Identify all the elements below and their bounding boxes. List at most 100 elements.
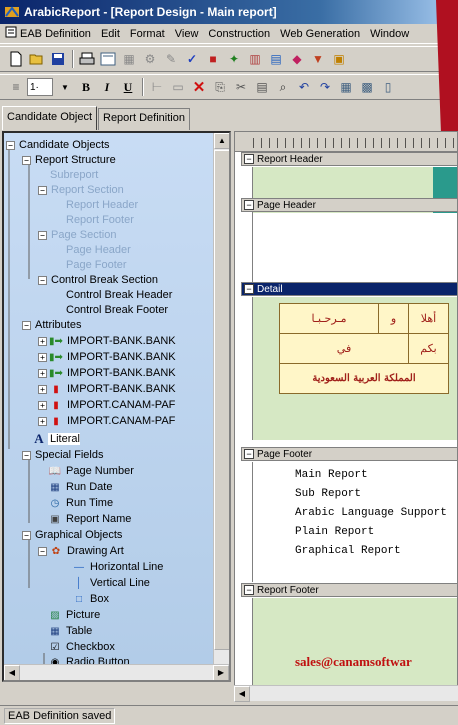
tree-horizontal-line[interactable]: — Horizontal Line <box>72 559 163 575</box>
footer-line[interactable]: Sub Report <box>295 485 447 504</box>
wizard-icon[interactable]: ✦ <box>224 49 244 69</box>
format-icon[interactable]: ⚙ <box>140 49 160 69</box>
tree-literal[interactable]: A Literal <box>32 431 80 447</box>
arabic-table[interactable]: مـرحـبـا و أهلا في بكم المملكة العربية ا… <box>279 303 449 394</box>
report-icon[interactable]: ▤ <box>266 49 286 69</box>
band-report-footer[interactable]: − Report Footer <box>241 583 457 597</box>
dropdown-arrow-icon[interactable]: ▼ <box>55 77 75 97</box>
tree-checkbox[interactable]: ☑ Checkbox <box>48 639 115 655</box>
color-icon[interactable]: ▼ <box>308 49 328 69</box>
insert-line-icon[interactable]: ▭ <box>168 77 188 97</box>
page-footer-body[interactable]: Main Report Sub Report Arabic Language S… <box>253 462 457 582</box>
diamond-icon[interactable]: ◆ <box>287 49 307 69</box>
tree-report-section[interactable]: − Report Section <box>38 182 124 198</box>
copy-icon[interactable]: ⎘ <box>210 77 230 97</box>
tree-report-structure[interactable]: − Report Structure <box>22 152 116 168</box>
tree-control-break-header[interactable]: Control Break Header <box>64 287 172 303</box>
tree-report-name[interactable]: ▣ Report Name <box>48 511 131 527</box>
tree-control-break-footer[interactable]: Control Break Footer <box>64 302 168 318</box>
band-report-header[interactable]: − Report Header <box>241 152 457 166</box>
find-icon[interactable]: ⌕ <box>273 77 293 97</box>
menu-view[interactable]: View <box>170 28 204 40</box>
print-icon[interactable] <box>77 49 97 69</box>
tree-attributes[interactable]: − Attributes <box>22 317 81 333</box>
tab-report-definition[interactable]: Report Definition <box>98 108 190 130</box>
footer-line[interactable]: Graphical Report <box>295 542 447 561</box>
email-text[interactable]: sales@canamsoftwar <box>295 654 412 670</box>
paste-icon[interactable]: ▤ <box>252 77 272 97</box>
menu-web-generation[interactable]: Web Generation <box>275 28 365 40</box>
candidate-tree[interactable]: − Candidate Objects − Report Structure Sub… <box>4 133 216 668</box>
properties-icon[interactable]: ▦ <box>336 77 356 97</box>
layout-icon[interactable]: ▩ <box>357 77 377 97</box>
tree-page-number[interactable]: 📖 Page Number <box>48 463 134 479</box>
bucket-icon[interactable]: ■ <box>203 49 223 69</box>
menu-construction[interactable]: Construction <box>203 28 275 40</box>
tree-horizontal-scrollbar[interactable]: ◀ ▶ <box>4 664 229 680</box>
page-header-body[interactable] <box>253 213 457 283</box>
scroll-right-icon[interactable]: ▶ <box>213 665 229 680</box>
tree-run-time[interactable]: ◷ Run Time <box>48 495 113 511</box>
cut-icon[interactable]: ✂ <box>231 77 251 97</box>
scroll-up-icon[interactable]: ▲ <box>214 133 229 149</box>
new-icon[interactable] <box>6 49 26 69</box>
chart-icon[interactable]: ▥ <box>245 49 265 69</box>
tab-candidate-object[interactable]: Candidate Object <box>2 106 97 130</box>
tree-page-header[interactable]: Page Header <box>64 242 131 258</box>
paint-icon[interactable]: ✎ <box>161 49 181 69</box>
tree-graphical-objects[interactable]: − Graphical Objects <box>22 527 122 543</box>
tree-vertical-line[interactable]: │ Vertical Line <box>72 575 150 591</box>
undo-icon[interactable]: ↶ <box>294 77 314 97</box>
grid-icon[interactable]: ▦ <box>119 49 139 69</box>
tree-attr-item[interactable]: + ▮ IMPORT.CANAM-PAF <box>38 413 175 429</box>
insert-field-icon[interactable]: ⊢ <box>147 77 167 97</box>
menu-format[interactable]: Format <box>125 28 170 40</box>
tree-drawing-art[interactable]: − ✿ Drawing Art <box>38 543 124 559</box>
arabic-cell[interactable]: مـرحـبـا <box>279 303 379 334</box>
scroll-left-icon[interactable]: ◀ <box>4 665 20 680</box>
font-size-select[interactable]: 1· <box>27 78 53 96</box>
tree-attr-item[interactable]: + ▮ IMPORT.CANAM-PAF <box>38 397 175 413</box>
tree-special-fields[interactable]: − Special Fields <box>22 447 103 463</box>
footer-line[interactable]: Arabic Language Support <box>295 504 447 523</box>
tree-root[interactable]: − Candidate Objects <box>6 137 110 153</box>
tree-run-date[interactable]: ▦ Run Date <box>48 479 112 495</box>
check-icon[interactable]: ✓ <box>182 49 202 69</box>
report-footer-body[interactable]: sales@canamsoftwar <box>253 598 457 686</box>
tree-report-header[interactable]: Report Header <box>64 197 138 213</box>
arabic-cell[interactable]: أهلا <box>408 303 449 334</box>
page-icon[interactable]: ▯ <box>378 77 398 97</box>
arabic-cell[interactable]: في <box>279 333 409 364</box>
footer-line[interactable]: Plain Report <box>295 523 447 542</box>
app-icon[interactable] <box>4 4 20 20</box>
footer-line[interactable]: Main Report <box>295 466 447 485</box>
band-detail[interactable]: − Detail <box>241 282 457 296</box>
tree-report-footer[interactable]: Report Footer <box>64 212 134 228</box>
scroll-left-icon[interactable]: ◀ <box>234 686 250 702</box>
tree-attr-item[interactable]: + ▮➡ IMPORT-BANK.BANK <box>38 349 176 365</box>
open-icon[interactable] <box>27 49 47 69</box>
tree-page-footer[interactable]: Page Footer <box>64 257 127 273</box>
menu-eab-definition[interactable]: EAB Definition <box>0 26 96 41</box>
tree-vertical-scrollbar[interactable]: ▲ <box>213 133 229 668</box>
report-design-canvas[interactable]: − Report Header − Page Header − Detail مـرح… <box>234 131 458 701</box>
save-icon[interactable] <box>48 49 68 69</box>
arabic-cell[interactable]: و <box>378 303 409 334</box>
tree-attr-item[interactable]: + ▮ IMPORT-BANK.BANK <box>38 381 176 397</box>
design-horizontal-scrollbar[interactable]: ◀ <box>234 685 458 702</box>
menu-edit[interactable]: Edit <box>96 28 125 40</box>
tree-page-section[interactable]: − Page Section <box>38 227 116 243</box>
band-page-header[interactable]: − Page Header <box>241 198 457 212</box>
preview-icon[interactable] <box>98 49 118 69</box>
tree-table[interactable]: ▦ Table <box>48 623 92 639</box>
bold-button[interactable]: B <box>76 77 96 97</box>
delete-icon[interactable]: ✕ <box>189 77 209 97</box>
underline-button[interactable]: U <box>118 77 138 97</box>
align-icon[interactable]: ≡ <box>6 77 26 97</box>
detail-body[interactable]: مـرحـبـا و أهلا في بكم المملكة العربية ا… <box>253 297 457 440</box>
band-page-footer[interactable]: − Page Footer <box>241 447 457 461</box>
tree-box[interactable]: □ Box <box>72 591 109 607</box>
tree-attr-item[interactable]: + ▮➡ IMPORT-BANK.BANK <box>38 365 176 381</box>
tree-attr-item[interactable]: + ▮➡ IMPORT-BANK.BANK <box>38 333 176 349</box>
redo-icon[interactable]: ↷ <box>315 77 335 97</box>
